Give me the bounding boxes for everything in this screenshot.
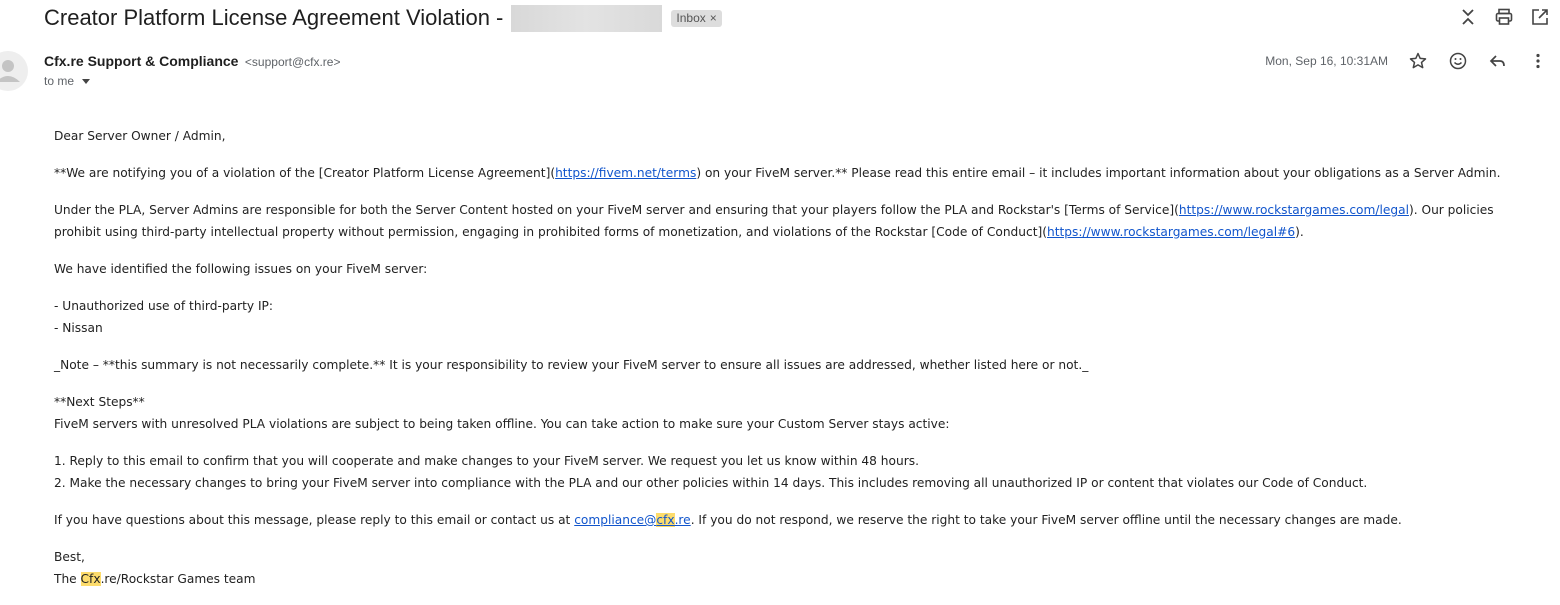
inbox-label-text: Inbox — [676, 11, 706, 25]
emoji-icon[interactable] — [1448, 50, 1468, 72]
sender-avatar — [0, 51, 28, 91]
contact-paragraph: If you have questions about this message… — [54, 509, 1534, 531]
print-icon[interactable] — [1494, 6, 1514, 28]
message-date: Mon, Sep 16, 10:31AM — [1265, 54, 1388, 68]
fivem-terms-link[interactable]: https://fivem.net/terms — [555, 166, 696, 180]
email-subject: Creator Platform License Agreement Viola… — [44, 5, 504, 30]
redacted-subject-part — [511, 4, 663, 32]
inbox-label-chip[interactable]: Inbox × — [671, 9, 722, 27]
reply-icon[interactable] — [1488, 50, 1508, 72]
remove-label-button[interactable]: × — [710, 11, 717, 25]
step-item: 1. Reply to this email to confirm that y… — [54, 454, 919, 468]
signoff: Best, — [54, 550, 85, 564]
paragraph-violation-notice: **We are notifying you of a violation of… — [54, 162, 1534, 184]
body-text-span: The — [54, 572, 81, 586]
compliance-email-link[interactable]: compliance@cfx.re — [574, 513, 691, 527]
body-text-span: .re/Rockstar Games team — [100, 572, 256, 586]
rockstar-code-of-conduct-link[interactable]: https://www.rockstargames.com/legal#6 — [1047, 225, 1295, 239]
search-highlight: cfx — [656, 513, 675, 527]
step-item: 2. Make the necessary changes to bring y… — [54, 476, 1368, 490]
paragraph-pla-responsibilities: Under the PLA, Server Admins are respons… — [54, 199, 1534, 243]
subject-bar: Creator Platform License Agreement Viola… — [44, 4, 722, 32]
collapse-icon[interactable] — [1458, 6, 1478, 28]
link-text: compliance@ — [574, 513, 657, 527]
star-icon[interactable] — [1408, 50, 1428, 72]
header-actions — [1458, 6, 1550, 28]
sender-info: Cfx.re Support & Compliance <support@cfx… — [44, 53, 340, 71]
next-steps-heading: **Next Steps** — [54, 395, 145, 409]
message-body: Dear Server Owner / Admin, **We are noti… — [54, 125, 1534, 605]
greeting: Dear Server Owner / Admin, — [54, 129, 226, 143]
body-text-span: If you have questions about this message… — [54, 513, 575, 527]
message-meta: Mon, Sep 16, 10:31AM — [1265, 50, 1548, 72]
issue-item: - Nissan — [54, 321, 103, 335]
recipients-toggle[interactable]: to me — [44, 74, 91, 88]
body-text-span: ). — [1295, 225, 1304, 239]
recipients-text: to me — [44, 74, 75, 88]
body-text-span: Under the PLA, Server Admins are respons… — [54, 203, 1179, 217]
note-paragraph: _Note – **this summary is not necessaril… — [54, 358, 1089, 372]
next-steps-text: FiveM servers with unresolved PLA violat… — [54, 417, 950, 431]
sender-email: <support@cfx.re> — [244, 55, 341, 69]
next-steps-section: **Next Steps** FiveM servers with unresol… — [54, 391, 1534, 435]
chevron-down-icon[interactable] — [82, 78, 91, 84]
team-signature: The Cfx.re/Rockstar Games team — [54, 572, 256, 586]
link-text: .re — [674, 513, 691, 527]
issues-list: - Unauthorized use of third-party IP: - N… — [54, 295, 1534, 339]
rockstar-legal-link[interactable]: https://www.rockstargames.com/legal — [1179, 203, 1409, 217]
body-text-span: ) on your FiveM server.** Please read th… — [696, 166, 1501, 180]
issues-intro: We have identified the following issues … — [54, 262, 428, 276]
body-text-span: **We are notifying you of a violation of… — [54, 166, 556, 180]
issue-item: - Unauthorized use of third-party IP: — [54, 299, 273, 313]
steps-list: 1. Reply to this email to confirm that y… — [54, 450, 1534, 494]
open-in-new-window-icon[interactable] — [1530, 6, 1550, 28]
signoff-block: Best, The Cfx.re/Rockstar Games team — [54, 546, 1534, 590]
sender-name[interactable]: Cfx.re Support & Compliance — [44, 53, 238, 69]
body-text-span: . If you do not respond, we reserve the … — [690, 513, 1402, 527]
search-highlight: Cfx — [80, 572, 101, 586]
more-icon[interactable] — [1528, 50, 1548, 72]
